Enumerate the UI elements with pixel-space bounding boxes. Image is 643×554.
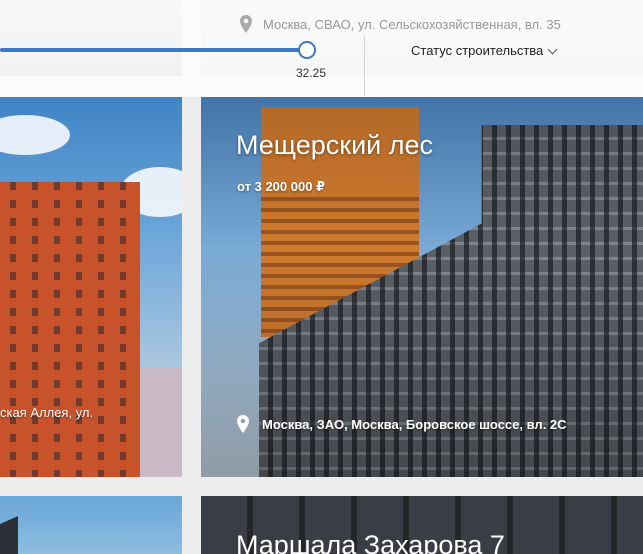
chevron-down-icon (547, 44, 558, 54)
construction-status-dropdown[interactable]: Статус строительства (411, 43, 558, 58)
price-slider-track[interactable] (0, 48, 308, 52)
project-card-marshala-zakharova[interactable]: Маршала Захарова 7 (201, 496, 643, 554)
project-card-middle-left[interactable]: ская Аллея, ул. (0, 97, 182, 477)
price-slider-value: 32.25 (296, 66, 327, 80)
project-address: Москва, ЗАО, Москва, Боровское шоссе, вл… (236, 415, 567, 433)
building-image (0, 182, 140, 477)
middle-left-address: ская Аллея, ул. (0, 405, 94, 420)
location-pin-icon (237, 415, 249, 433)
filter-bar: Москва, СВАО, ул. Сельскохозяйственная, … (0, 0, 643, 97)
top-card-address-text: Москва, СВАО, ул. Сельскохозяйственная, … (263, 16, 561, 32)
project-price: от 3 200 000 ₽ (237, 179, 326, 194)
building-image-side (140, 367, 182, 477)
cloud-decoration (0, 115, 70, 155)
price-slider-handle[interactable] (298, 41, 316, 59)
project-card-bottom-left[interactable] (0, 496, 182, 554)
top-card-address: Москва, СВАО, ул. Сельскохозяйственная, … (239, 15, 561, 33)
project-card-meshchersky-les[interactable]: Мещерский лес от 3 200 000 ₽ Москва, ЗАО… (201, 97, 643, 477)
project-title[interactable]: Мещерский лес (236, 130, 433, 161)
project-title[interactable]: Маршала Захарова 7 (236, 530, 505, 554)
filter-divider (364, 36, 365, 96)
building-image (0, 516, 18, 554)
location-pin-icon (240, 15, 252, 33)
project-address-text: Москва, ЗАО, Москва, Боровское шоссе, вл… (262, 416, 567, 432)
construction-status-label: Статус строительства (411, 43, 544, 58)
